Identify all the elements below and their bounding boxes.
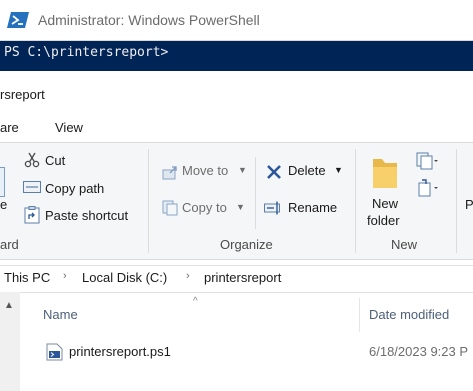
copy-to-chevron-down-icon[interactable]: ▼ [236,202,245,212]
copy-path-button[interactable]: Copy path [45,181,104,196]
column-header-date-modified[interactable]: Date modified [369,307,449,322]
new-item-icon[interactable] [416,152,438,170]
delete-icon [267,165,281,179]
powershell-icon [7,12,29,28]
powershell-window-title: Administrator: Windows PowerShell [38,12,260,28]
copy-to-icon [162,200,178,216]
console-prompt: PS C:\printersreport> [4,45,169,60]
open-group-partial-label: P [465,197,473,212]
scroll-up-icon[interactable]: ▲ [4,300,14,311]
copy-path-icon [23,181,41,193]
group-divider [456,149,457,253]
organize-inner-divider [255,157,256,229]
tab-view[interactable]: View [55,120,83,135]
breadcrumb-separator-icon[interactable]: › [186,270,190,282]
new-folder-button-line2[interactable]: folder [367,213,400,228]
organize-group-label: Organize [220,237,273,252]
breadcrumb-printersreport[interactable]: printersreport [204,270,281,285]
powershell-console[interactable]: PS C:\printersreport> [0,41,473,71]
group-divider [148,149,149,253]
breadcrumb-separator-icon[interactable]: › [63,270,67,282]
powershell-script-file-icon [46,343,63,361]
paste-button-edge[interactable] [0,167,5,197]
cut-button[interactable]: Cut [45,153,65,168]
navigation-pane[interactable]: ▲ [0,292,20,391]
move-to-icon [162,166,177,180]
clipboard-group-label: ard [0,237,19,252]
move-to-button[interactable]: Move to [182,163,228,178]
address-bar[interactable]: This PC › Local Disk (C:) › printersrepo… [0,265,473,293]
file-name[interactable]: printersreport.ps1 [69,344,171,359]
file-date-modified: 6/18/2023 9:23 P [369,344,469,359]
scissors-icon [24,152,40,168]
breadcrumb-this-pc[interactable]: This PC [4,270,50,285]
file-row[interactable]: printersreport.ps1 6/18/2023 9:23 P [40,339,473,365]
sort-ascending-icon: ^ [193,296,198,307]
paste-shortcut-button[interactable]: Paste shortcut [45,208,128,223]
new-folder-button-line1[interactable]: New [372,196,398,211]
copy-to-button[interactable]: Copy to [182,200,227,215]
paste-shortcut-icon [24,206,40,224]
new-folder-icon [373,159,397,188]
move-to-chevron-down-icon[interactable]: ▼ [238,165,247,175]
column-header-name[interactable]: Name [43,307,78,322]
ribbon: e Cut Copy path Paste shortcut ard Move … [0,142,473,260]
breadcrumb-local-disk[interactable]: Local Disk (C:) [82,270,167,285]
new-group-label: New [391,237,418,252]
powershell-title-bar[interactable]: Administrator: Windows PowerShell [0,0,473,41]
delete-button[interactable]: Delete [288,163,326,178]
rename-button[interactable]: Rename [288,200,337,215]
column-divider[interactable] [359,298,360,332]
clipboard-partial-label: e [0,197,8,212]
group-divider [355,149,356,253]
rename-icon [264,201,280,215]
explorer-window-title: rsreport [0,87,45,102]
tab-share[interactable]: are [0,120,19,135]
easy-access-icon[interactable] [416,179,438,197]
delete-chevron-down-icon[interactable]: ▼ [334,165,343,175]
